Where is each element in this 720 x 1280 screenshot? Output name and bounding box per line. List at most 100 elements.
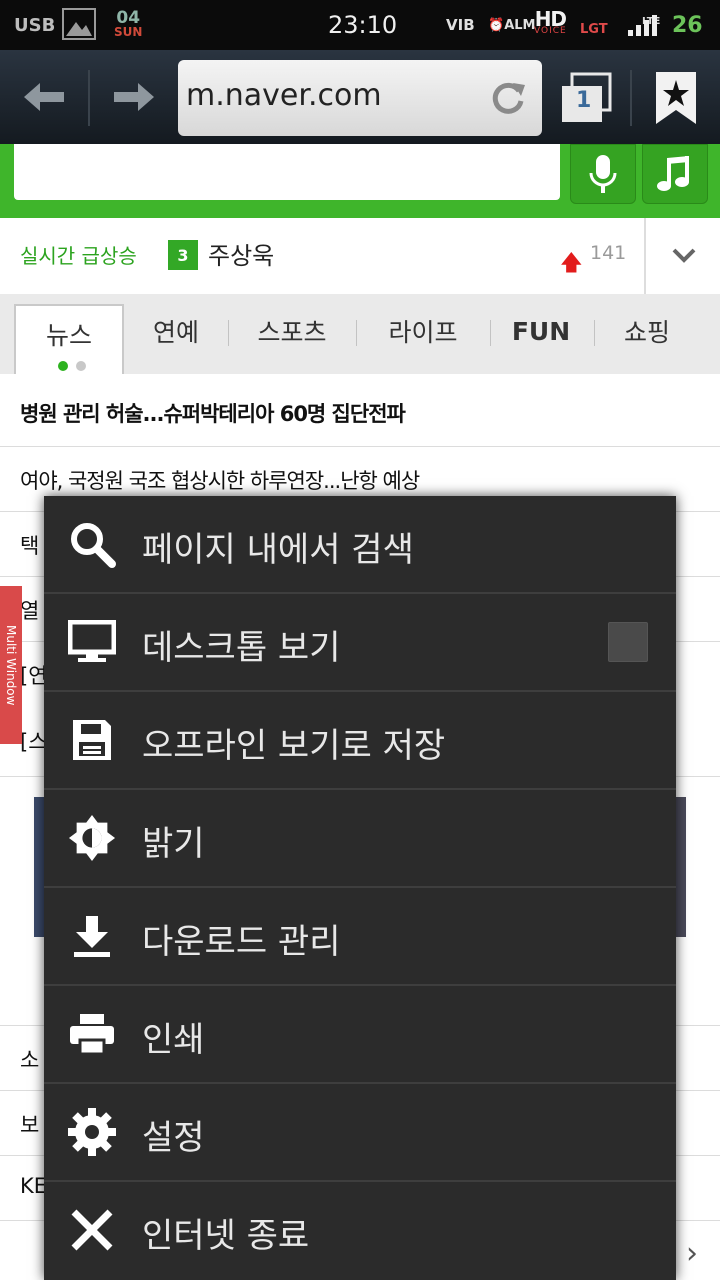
browser-overflow-menu: 페이지 내에서 검색 데스크톱 보기 오프라인 보기로 저장 밝기 다운로드 관… (44, 496, 676, 1280)
microphone-icon (589, 155, 617, 193)
tab-label: FUN (511, 316, 571, 346)
close-icon (68, 1206, 116, 1254)
tab-label: 라이프 (388, 318, 458, 347)
menu-item-label: 페이지 내에서 검색 (142, 530, 414, 570)
forward-arrow-icon (114, 83, 154, 111)
tab-fun[interactable]: FUN (492, 294, 590, 368)
menu-item-label: 설정 (142, 1118, 205, 1158)
menu-item-save-offline[interactable]: 오프라인 보기로 저장 (44, 692, 676, 790)
search-input[interactable] (14, 144, 560, 200)
battery-level: 26 (672, 12, 703, 38)
hd-voice-indicator: HD VOICE (534, 0, 567, 50)
menu-item-label: 다운로드 관리 (142, 922, 341, 962)
date-weekday: SUN (114, 25, 143, 39)
vibrate-indicator: VIB (446, 16, 475, 34)
tab-divider (228, 320, 229, 346)
menu-item-brightness[interactable]: 밝기 (44, 790, 676, 888)
tab-news[interactable]: 뉴스 (14, 304, 124, 376)
realtime-title: 실시간 급상승 (20, 244, 137, 268)
brightness-icon (68, 814, 116, 862)
hd-label: HD (534, 7, 567, 31)
menu-item-exit[interactable]: 인터넷 종료 (44, 1182, 676, 1278)
news-headline: 병원 관리 허술...슈퍼박테리아 60명 집단전파 (20, 402, 406, 426)
realtime-trending-bar: 실시간 급상승 3 주상욱 🡅 141 (0, 218, 720, 296)
menu-item-download-manager[interactable]: 다운로드 관리 (44, 888, 676, 986)
usb-indicator: USB (14, 14, 56, 36)
trending-count: 141 (590, 242, 627, 264)
rise-arrow-icon: 🡅 (560, 251, 583, 276)
voice-search-button[interactable] (570, 144, 636, 204)
trending-keyword[interactable]: 주상욱 (208, 236, 274, 271)
tab-divider (594, 320, 595, 346)
bookmark-star-icon (656, 72, 696, 124)
alarm-indicator: ⏰ ALM (488, 0, 535, 50)
alarm-icon: ⏰ (488, 17, 505, 33)
tab-label: 스포츠 (257, 318, 327, 347)
category-tabs: 뉴스 연예 스포츠 라이프 FUN 쇼핑 (0, 294, 720, 376)
menu-item-label: 오프라인 보기로 저장 (142, 726, 446, 766)
back-arrow-icon (24, 83, 64, 111)
url-text[interactable]: m.naver.com (186, 78, 382, 113)
naver-search-bar (0, 144, 720, 218)
gear-icon (68, 1108, 116, 1156)
chevron-right-icon[interactable]: › (686, 1236, 698, 1271)
menu-item-label: 인쇄 (142, 1020, 205, 1060)
multi-window-handle[interactable]: Multi Window (0, 586, 22, 744)
chevron-down-icon (672, 248, 696, 263)
forward-button[interactable] (104, 50, 164, 144)
tab-life[interactable]: 라이프 (358, 294, 488, 368)
date-indicator: 04 SUN (114, 0, 142, 50)
tab-divider (490, 320, 491, 346)
page-dots-indicator (58, 361, 86, 371)
tab-label: 연예 (152, 318, 199, 347)
reload-button[interactable] (488, 78, 528, 118)
menu-item-desktop-view[interactable]: 데스크톱 보기 (44, 594, 676, 692)
tab-label: 쇼핑 (623, 318, 670, 347)
music-search-button[interactable] (642, 144, 708, 204)
menu-item-settings[interactable]: 설정 (44, 1084, 676, 1182)
bookmark-button[interactable] (654, 70, 698, 126)
menu-item-label: 인터넷 종료 (142, 1216, 310, 1256)
desktop-view-checkbox[interactable] (608, 622, 648, 662)
tab-label: 뉴스 (45, 321, 92, 350)
clock: 23:10 (328, 11, 398, 39)
alarm-label: ALM (504, 17, 536, 33)
toolbar-divider (88, 70, 90, 126)
menu-item-label: 밝기 (142, 824, 205, 864)
news-item[interactable]: 병원 관리 허술...슈퍼박테리아 60명 집단전파 (0, 374, 720, 447)
search-icon (68, 520, 116, 568)
monitor-icon (68, 618, 116, 666)
news-headline: 소 (20, 1048, 40, 1072)
tab-shopping[interactable]: 쇼핑 (596, 294, 698, 368)
tab-divider (356, 320, 357, 346)
news-headline: 열 (20, 599, 40, 623)
menu-item-label: 데스크톱 보기 (142, 628, 341, 668)
news-headline: KE (20, 1174, 48, 1198)
carrier-label: LGT (580, 21, 608, 37)
toolbar-divider (630, 70, 632, 126)
music-note-icon (657, 156, 689, 191)
browser-toolbar: m.naver.com 1 (0, 50, 720, 144)
print-icon (68, 1010, 116, 1058)
image-notification-icon (62, 8, 96, 40)
menu-item-print[interactable]: 인쇄 (44, 986, 676, 1084)
news-headline: 보 (20, 1113, 40, 1137)
status-bar: USB 04 SUN 23:10 VIB ⏰ ALM HD VOICE LGT L… (0, 0, 720, 50)
url-bar[interactable]: m.naver.com (178, 60, 542, 136)
tabs-button[interactable]: 1 (558, 64, 618, 130)
multi-window-label: Multi Window (4, 624, 18, 706)
tab-entertainment[interactable]: 연예 (124, 294, 228, 368)
download-icon (68, 912, 116, 960)
tab-sports[interactable]: 스포츠 (230, 294, 354, 368)
reload-icon (492, 82, 525, 114)
date-day: 04 (116, 8, 141, 28)
tab-count: 1 (576, 88, 592, 113)
save-icon (68, 716, 116, 764)
news-headline: 여야, 국정원 국조 협상시한 하루연장...난항 예상 (20, 469, 420, 493)
back-button[interactable] (14, 50, 74, 144)
menu-item-find-in-page[interactable]: 페이지 내에서 검색 (44, 496, 676, 594)
signal-icon (626, 12, 666, 36)
expand-trending-button[interactable] (644, 218, 720, 294)
news-headline: 택 (20, 534, 40, 558)
rank-badge: 3 (168, 240, 198, 270)
